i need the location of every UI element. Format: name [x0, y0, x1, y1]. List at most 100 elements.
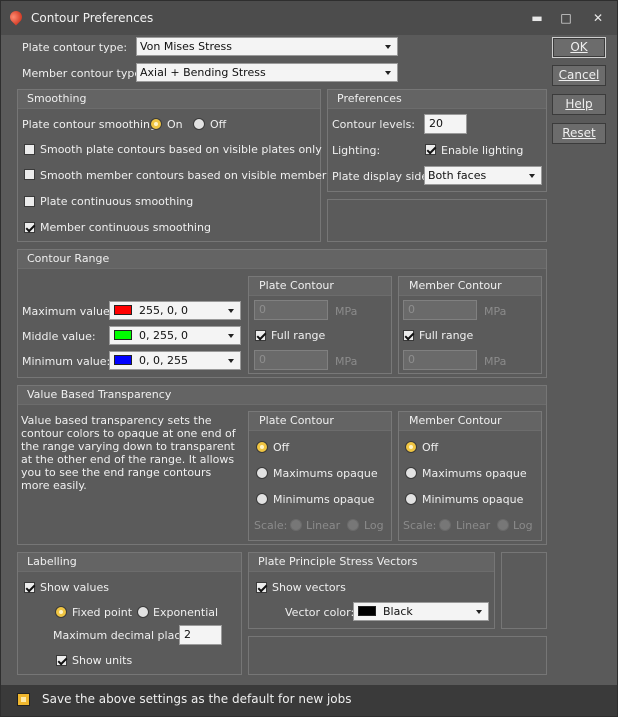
maximum-color-select[interactable]: 255, 0, 0	[109, 301, 241, 320]
app-logo-icon	[7, 8, 25, 26]
plate-continuous-smoothing-checkbox[interactable]	[24, 196, 35, 207]
title-bar[interactable]: Contour Preferences ▬ □ ✕	[1, 1, 617, 35]
window-title: Contour Preferences	[31, 11, 154, 25]
member-off-label: Off	[422, 441, 439, 454]
member-off-radio[interactable]	[405, 441, 417, 453]
save-default-checkbox[interactable]	[17, 693, 30, 706]
plate-continuous-smoothing-label: Plate continuous smoothing	[40, 195, 194, 208]
smoothing-on-label: On	[167, 118, 183, 131]
help-button[interactable]: Help	[552, 94, 606, 115]
plate-display-side-label: Plate display side:	[332, 170, 432, 183]
middle-color-value: 0, 255, 0	[139, 329, 188, 342]
range-member-contour-header: Member Contour	[399, 277, 541, 296]
exponential-radio[interactable]	[137, 606, 149, 618]
plate-contour-type-value: Von Mises Stress	[140, 40, 232, 53]
green-swatch	[114, 330, 132, 340]
plate-full-range-checkbox[interactable]	[255, 330, 266, 341]
chevron-down-icon	[228, 334, 234, 338]
member-max-input[interactable]: 0	[403, 300, 477, 320]
transparency-description: Value based transparency sets the contou…	[21, 414, 236, 492]
member-linear-label: Linear	[456, 519, 491, 532]
vectors-blank-panel	[501, 552, 547, 629]
member-log-label: Log	[513, 519, 533, 532]
middle-value-label: Middle value:	[22, 330, 96, 343]
member-minimums-opaque-radio[interactable]	[405, 493, 417, 505]
reset-button[interactable]: Reset	[552, 123, 606, 144]
plate-linear-label: Linear	[306, 519, 341, 532]
member-full-range-checkbox[interactable]	[403, 330, 414, 341]
plate-scale-label: Scale:	[254, 519, 288, 532]
contour-range-header: Contour Range	[18, 250, 546, 269]
plate-linear-radio[interactable]	[290, 519, 302, 531]
contour-levels-input[interactable]: 20	[424, 114, 467, 134]
plate-min-unit: MPa	[335, 355, 358, 368]
plate-maximums-opaque-radio[interactable]	[256, 467, 268, 479]
smooth-visible-plates-label: Smooth plate contours based on visible p…	[40, 143, 322, 156]
preferences-header: Preferences	[328, 90, 546, 109]
contour-preferences-window: Contour Preferences ▬ □ ✕ Plate contour …	[0, 0, 618, 717]
smooth-visible-plates-checkbox[interactable]	[24, 144, 35, 155]
plate-max-input[interactable]: 0	[254, 300, 328, 320]
cancel-button[interactable]: Cancel	[552, 65, 606, 86]
smoothing-on-radio[interactable]	[150, 118, 162, 130]
smoothing-header: Smoothing	[18, 90, 320, 109]
plate-off-label: Off	[273, 441, 290, 454]
maximum-color-value: 255, 0, 0	[139, 304, 188, 317]
maximize-icon[interactable]: □	[553, 7, 579, 29]
cancel-label: Cancel	[558, 68, 600, 82]
minimum-color-value: 0, 0, 255	[139, 354, 188, 367]
chevron-down-icon	[228, 309, 234, 313]
member-contour-type-value: Axial + Bending Stress	[140, 66, 266, 79]
show-units-label: Show units	[72, 654, 133, 667]
middle-color-select[interactable]: 0, 255, 0	[109, 326, 241, 345]
fixed-point-label: Fixed point	[72, 606, 133, 619]
reset-label: Reset	[562, 126, 596, 140]
enable-lighting-checkbox[interactable]	[425, 144, 436, 155]
plate-maximums-opaque-label: Maximums opaque	[273, 467, 378, 480]
member-contour-type-select[interactable]: Axial + Bending Stress	[136, 63, 398, 82]
lighting-label: Lighting:	[332, 144, 381, 157]
member-continuous-smoothing-checkbox[interactable]	[24, 222, 35, 233]
range-plate-contour-header: Plate Contour	[249, 277, 391, 296]
member-minimums-opaque-label: Minimums opaque	[422, 493, 524, 506]
plate-min-input[interactable]: 0	[254, 350, 328, 370]
ok-button[interactable]: OK	[552, 37, 606, 58]
blue-swatch	[114, 355, 132, 365]
chevron-down-icon	[529, 174, 535, 178]
fixed-point-radio[interactable]	[55, 606, 67, 618]
plate-contour-type-label: Plate contour type:	[22, 41, 128, 54]
member-log-radio[interactable]	[497, 519, 509, 531]
show-units-checkbox[interactable]	[56, 655, 67, 666]
enable-lighting-label: Enable lighting	[441, 144, 524, 157]
plate-minimums-opaque-label: Minimums opaque	[273, 493, 375, 506]
minimum-color-select[interactable]: 0, 0, 255	[109, 351, 241, 370]
plate-minimums-opaque-radio[interactable]	[256, 493, 268, 505]
preferences-blank-panel	[327, 199, 547, 242]
plate-log-label: Log	[364, 519, 384, 532]
exponential-label: Exponential	[153, 606, 219, 619]
member-maximums-opaque-radio[interactable]	[405, 467, 417, 479]
member-linear-radio[interactable]	[439, 519, 451, 531]
minimize-icon[interactable]: ▬	[524, 7, 550, 29]
decimal-places-input[interactable]: 2	[179, 625, 222, 645]
smooth-visible-members-checkbox[interactable]	[24, 169, 35, 180]
member-min-input[interactable]: 0	[403, 350, 477, 370]
transparency-plate-header: Plate Contour	[249, 412, 391, 431]
member-continuous-smoothing-label: Member continuous smoothing	[40, 221, 211, 234]
plate-contour-type-select[interactable]: Von Mises Stress	[136, 37, 398, 56]
chevron-down-icon	[228, 359, 234, 363]
vector-color-select[interactable]: Black	[353, 602, 489, 621]
transparency-member-header: Member Contour	[399, 412, 541, 431]
show-values-checkbox[interactable]	[24, 582, 35, 593]
red-swatch	[114, 305, 132, 315]
plate-display-side-select[interactable]: Both faces	[424, 166, 542, 185]
show-vectors-checkbox[interactable]	[256, 582, 267, 593]
smoothing-panel: Smoothing	[17, 89, 321, 242]
member-contour-type-label: Member contour type:	[22, 67, 145, 80]
member-full-range-label: Full range	[419, 329, 474, 342]
plate-log-radio[interactable]	[347, 519, 359, 531]
save-default-label: Save the above settings as the default f…	[42, 692, 352, 706]
close-icon[interactable]: ✕	[585, 7, 611, 29]
plate-off-radio[interactable]	[256, 441, 268, 453]
smoothing-off-radio[interactable]	[193, 118, 205, 130]
